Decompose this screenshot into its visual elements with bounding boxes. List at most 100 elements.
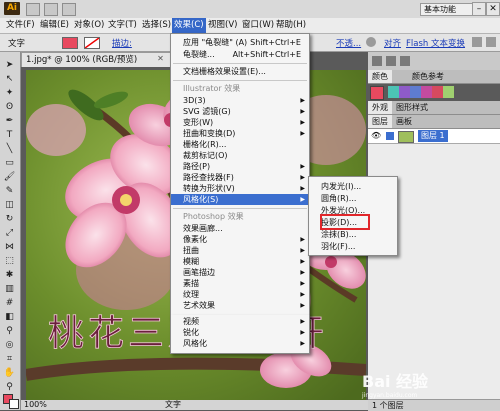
menu-item-svg-filters[interactable]: SVG 滤镜(G) ▶: [171, 106, 309, 117]
menu-item-3d[interactable]: 3D(3) ▶: [171, 95, 309, 106]
arrange-documents-icon[interactable]: [44, 3, 58, 16]
tab-layers[interactable]: 图层: [368, 115, 392, 128]
tab-color[interactable]: 颜色: [368, 70, 392, 83]
panel-icon-a[interactable]: [372, 56, 382, 66]
menu-item-round-corners[interactable]: 圆角(R)...: [309, 193, 397, 204]
pencil-tool-icon[interactable]: ✎: [3, 186, 16, 196]
bridge-icon[interactable]: [26, 3, 40, 16]
menu-item-sharpen[interactable]: 锐化 ▶: [171, 327, 309, 338]
opacity-link[interactable]: 不透...: [336, 37, 361, 49]
align-link[interactable]: 对齐: [384, 37, 401, 49]
direct-selection-tool-icon[interactable]: ↖: [3, 74, 16, 84]
menu-item-inner-glow[interactable]: 内发光(I)...: [309, 181, 397, 192]
close-window-button[interactable]: ✕: [486, 2, 500, 16]
workspace-switcher[interactable]: 基本功能: [420, 3, 475, 16]
swatch[interactable]: [432, 86, 443, 98]
line-tool-icon[interactable]: ╲: [3, 144, 16, 154]
stroke-link[interactable]: 描边:: [112, 37, 132, 49]
rectangle-tool-icon[interactable]: ▭: [3, 158, 16, 168]
panel-icon-b[interactable]: [386, 56, 396, 66]
scale-tool-icon[interactable]: ⤢: [3, 228, 16, 238]
menu-item-stylize-ps[interactable]: 风格化 ▶: [171, 338, 309, 349]
menu-item-sketch[interactable]: 素描 ▶: [171, 278, 309, 289]
minimize-button[interactable]: –: [472, 2, 486, 16]
swatch-base[interactable]: [370, 86, 384, 100]
menu-item-path[interactable]: 路径(P) ▶: [171, 161, 309, 172]
menu-item-blur[interactable]: 模糊 ▶: [171, 256, 309, 267]
swatch[interactable]: [410, 86, 421, 98]
menu-item-distort[interactable]: 扭曲 ▶: [171, 245, 309, 256]
blend-tool-icon[interactable]: ◎: [3, 340, 16, 350]
eye-icon[interactable]: 👁: [371, 131, 381, 141]
eraser-tool-icon[interactable]: ◫: [3, 200, 16, 210]
menu-help[interactable]: 帮助(H): [274, 18, 308, 33]
stroke-color-icon[interactable]: [9, 399, 19, 409]
menu-window[interactable]: 窗口(W): [240, 18, 276, 33]
panel-icon-c[interactable]: [400, 56, 410, 66]
menu-item-video[interactable]: 视频 ▶: [171, 316, 309, 327]
status-mode[interactable]: 文字: [165, 400, 181, 410]
paintbrush-tool-icon[interactable]: 🖌: [3, 172, 16, 182]
menu-item-brush-strokes[interactable]: 画笔描边 ▶: [171, 267, 309, 278]
panel-menu-icon[interactable]: [486, 37, 496, 47]
free-transform-tool-icon[interactable]: ⬚: [3, 256, 16, 266]
column-graph-tool-icon[interactable]: ▥: [3, 284, 16, 294]
menu-item-effect-gallery[interactable]: 效果画廊...: [171, 223, 309, 234]
recolor-icon[interactable]: [366, 37, 376, 47]
isolate-icon[interactable]: [472, 37, 482, 47]
menu-file[interactable]: 文件(F): [4, 18, 37, 33]
tab-graphic-styles[interactable]: 图形样式: [392, 101, 432, 114]
menu-item-pixelate[interactable]: 像素化 ▶: [171, 234, 309, 245]
workspace-icon[interactable]: [62, 3, 76, 16]
swatch[interactable]: [421, 86, 432, 98]
fill-swatch[interactable]: [62, 37, 78, 49]
menu-edit[interactable]: 编辑(E): [38, 18, 71, 33]
menu-effect[interactable]: 效果(C): [172, 18, 206, 33]
menu-object[interactable]: 对象(O): [72, 18, 106, 33]
zoom-level[interactable]: 100%: [24, 400, 47, 410]
menu-item-raster-settings[interactable]: 文档栅格效果设置(E)...: [171, 66, 309, 77]
tab-artboards[interactable]: 画板: [392, 115, 416, 128]
pen-tool-icon[interactable]: ✒: [3, 116, 16, 126]
menu-item-scribble[interactable]: 涂抹(B)...: [309, 229, 397, 240]
rotate-tool-icon[interactable]: ↻: [3, 214, 16, 224]
menu-item-artistic[interactable]: 艺术效果 ▶: [171, 300, 309, 311]
menu-item-crop-marks[interactable]: 裁剪标记(O): [171, 150, 309, 161]
swatch[interactable]: [399, 86, 410, 98]
transform-link[interactable]: 变换: [448, 37, 465, 49]
hand-tool-icon[interactable]: ✋: [3, 368, 16, 378]
menu-item-rasterize[interactable]: 栅格化(R)...: [171, 139, 309, 150]
tab-color-guide[interactable]: 颜色参考: [408, 70, 448, 83]
menu-item-pathfinder[interactable]: 路径查找器(F) ▶: [171, 172, 309, 183]
layer-name[interactable]: 图层 1: [418, 130, 448, 142]
width-tool-icon[interactable]: ⋈: [3, 242, 16, 252]
lasso-tool-icon[interactable]: ʘ: [3, 102, 16, 112]
type-tool-icon[interactable]: T: [3, 130, 16, 140]
menu-item-texture[interactable]: 纹理 ▶: [171, 289, 309, 300]
gradient-tool-icon[interactable]: ◧: [3, 312, 16, 322]
menu-item-craquelure[interactable]: 龟裂缝... Alt+Shift+Ctrl+E: [171, 49, 309, 60]
flash-text-link[interactable]: Flash 文本: [406, 37, 448, 49]
slice-tool-icon[interactable]: ⌗: [3, 354, 16, 364]
menu-item-convert-to-shape[interactable]: 转换为形状(V) ▶: [171, 183, 309, 194]
document-tab[interactable]: 1.jpg* @ 100% (RGB/预览): [21, 52, 177, 68]
magic-wand-tool-icon[interactable]: ✦: [3, 88, 16, 98]
selection-tool-icon[interactable]: ➤: [3, 60, 16, 70]
stroke-swatch[interactable]: [84, 37, 100, 49]
zoom-tool-icon[interactable]: ⚲: [3, 382, 16, 392]
menu-item-stylize[interactable]: 风格化(S) ▶: [171, 194, 309, 205]
swatch[interactable]: [388, 86, 399, 98]
symbol-sprayer-tool-icon[interactable]: ✱: [3, 270, 16, 280]
menu-type[interactable]: 文字(T): [106, 18, 139, 33]
swatch[interactable]: [443, 86, 454, 98]
menu-select[interactable]: 选择(S): [140, 18, 173, 33]
mesh-tool-icon[interactable]: #: [3, 298, 16, 308]
menu-item-warp[interactable]: 变形(W) ▶: [171, 117, 309, 128]
layer-row[interactable]: 👁 图层 1: [368, 129, 500, 144]
menu-item-feather[interactable]: 羽化(F)...: [309, 241, 397, 252]
eyedropper-tool-icon[interactable]: ⚲: [3, 326, 16, 336]
menu-item-distort-transform[interactable]: 扭曲和变换(D) ▶: [171, 128, 309, 139]
menu-item-apply-craquelure[interactable]: 应用 "龟裂缝" (A) Shift+Ctrl+E: [171, 37, 309, 48]
tab-appearance[interactable]: 外观: [368, 101, 392, 114]
menu-view[interactable]: 视图(V): [206, 18, 239, 33]
